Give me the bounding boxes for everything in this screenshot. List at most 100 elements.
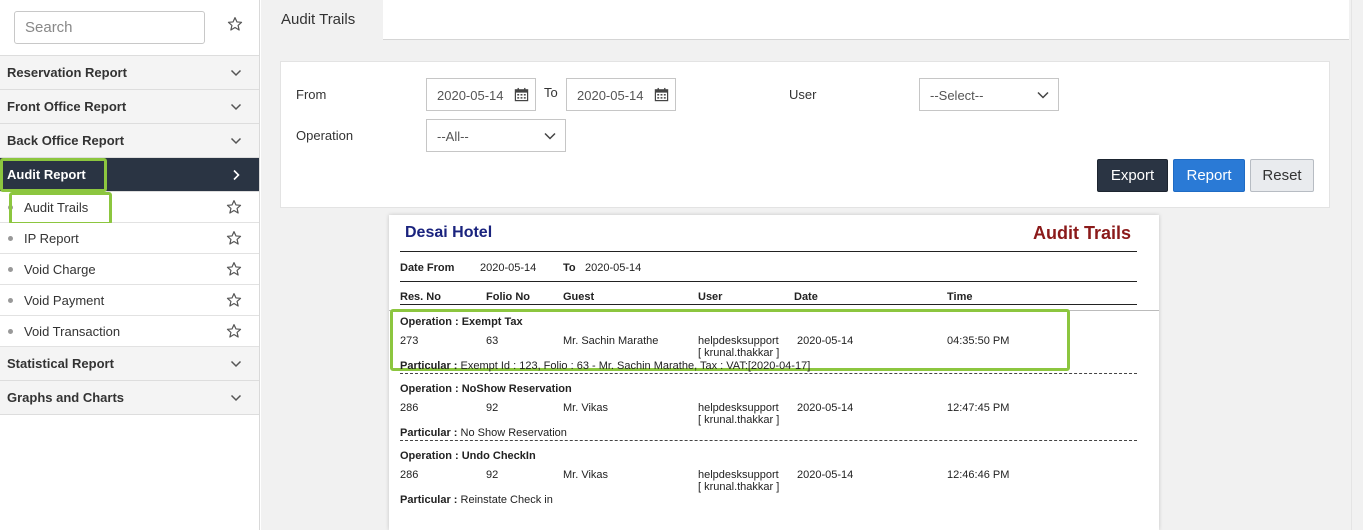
entry-user: helpdesksupport[ krunal.thakkar ] [698, 335, 780, 359]
operation-label: Operation [296, 128, 354, 143]
sidebar-item-label: Void Charge [24, 261, 96, 277]
nav-group-label: Back Office Report [7, 133, 125, 148]
bullet-dot-icon [8, 329, 13, 334]
report-title: Audit Trails [1032, 223, 1131, 243]
column-header-guest: Guest [563, 291, 595, 303]
sidebar-item-label: Void Transaction [24, 323, 121, 339]
entry-particular: Particular : No Show Reservation [400, 427, 567, 439]
operation-select[interactable]: --All-- [426, 119, 566, 152]
calendar-icon[interactable] [514, 87, 529, 102]
report-button[interactable]: Report [1173, 159, 1245, 192]
export-button[interactable]: Export [1097, 159, 1168, 192]
nav-group-graphs-and-charts[interactable]: Graphs and Charts [0, 381, 259, 415]
star-icon[interactable] [226, 199, 242, 215]
chevron-right-icon [233, 169, 240, 181]
entry-guest: Mr. Vikas [563, 402, 609, 414]
divider [400, 251, 1137, 252]
operation-select-value: --All-- [437, 129, 469, 144]
to-date-field[interactable]: 2020-05-14 [566, 78, 676, 111]
tab-bar: Audit Trails [261, 0, 1349, 40]
entry-operation: Operation : Exempt Tax [400, 316, 523, 328]
entry-folio-no: 92 [486, 469, 499, 481]
from-date-field[interactable]: 2020-05-14 [426, 78, 536, 111]
sidebar-item-void-charge[interactable]: Void Charge [0, 254, 259, 285]
favorites-star-icon[interactable] [227, 16, 243, 32]
nav-group-label: Graphs and Charts [7, 390, 125, 405]
entry-time: 04:35:50 PM [947, 335, 1010, 347]
entry-operation: Operation : Undo CheckIn [400, 450, 536, 462]
sidebar-item-label: IP Report [24, 230, 79, 246]
star-icon[interactable] [226, 230, 242, 246]
main-content: Audit Trails From 2020-05-14 To 2020-05-… [261, 0, 1363, 530]
column-header-user: User [698, 291, 723, 303]
entry-folio-no: 92 [486, 402, 499, 414]
divider [400, 304, 1137, 305]
nav-group-reservation-report[interactable]: Reservation Report [0, 56, 259, 90]
entry-res-no: 286 [400, 469, 419, 481]
star-icon[interactable] [226, 323, 242, 339]
chevron-down-icon [230, 103, 242, 111]
hotel-name: Desai Hotel [405, 224, 493, 241]
column-header-date: Date [794, 291, 818, 303]
from-label: From [296, 87, 327, 102]
sidebar-item-ip-report[interactable]: IP Report [0, 223, 259, 254]
nav-group-audit-report[interactable]: Audit Report [0, 158, 259, 192]
entry-date: 2020-05-14 [797, 402, 854, 414]
chevron-down-icon [544, 132, 556, 140]
nav-group-front-office-report[interactable]: Front Office Report [0, 90, 259, 124]
column-header-folio-no: Folio No [486, 291, 530, 303]
entry-time: 12:46:46 PM [947, 469, 1010, 481]
bullet-dot-icon [8, 267, 13, 272]
search-input[interactable] [14, 11, 205, 44]
sidebar-item-void-transaction[interactable]: Void Transaction [0, 316, 259, 347]
reset-button[interactable]: Reset [1250, 159, 1314, 192]
calendar-icon[interactable] [654, 87, 669, 102]
date-to-label: To [563, 262, 576, 274]
entry-folio-no: 63 [486, 335, 499, 347]
chevron-down-icon [230, 137, 242, 145]
report-preview: Desai Hotel Audit Trails Date From 2020-… [389, 215, 1159, 530]
nav-group-label: Statistical Report [7, 356, 114, 371]
entry-guest: Mr. Sachin Marathe [563, 335, 659, 347]
user-label: User [789, 87, 817, 102]
tab-audit-trails[interactable]: Audit Trails [261, 0, 383, 40]
highlight-box [0, 158, 107, 192]
sidebar-item-void-payment[interactable]: Void Payment [0, 285, 259, 316]
user-select[interactable]: --Select-- [919, 78, 1059, 111]
filter-panel: From 2020-05-14 To 2020-05-14 User --Sel… [280, 61, 1330, 208]
chevron-down-icon [230, 394, 242, 402]
entry-res-no: 286 [400, 402, 419, 414]
bullet-dot-icon [8, 236, 13, 241]
entry-res-no: 273 [400, 335, 419, 347]
audit-entry: Operation : Exempt Tax 273 63 Mr. Sachin… [389, 309, 1159, 382]
column-header-time: Time [947, 291, 973, 303]
nav-group-label: Reservation Report [7, 65, 127, 80]
sidebar-item-audit-trails[interactable]: Audit Trails [0, 192, 259, 225]
search-row [0, 0, 259, 56]
to-date-value: 2020-05-14 [577, 88, 644, 103]
star-icon[interactable] [226, 261, 242, 277]
to-label: To [544, 85, 558, 100]
dashed-divider [400, 440, 1137, 441]
star-icon[interactable] [226, 292, 242, 308]
chevron-down-icon [230, 360, 242, 368]
bullet-dot-icon [8, 298, 13, 303]
highlight-box [9, 192, 112, 225]
entry-date: 2020-05-14 [797, 469, 854, 481]
entry-time: 12:47:45 PM [947, 402, 1010, 414]
nav-group-back-office-report[interactable]: Back Office Report [0, 124, 259, 158]
chevron-down-icon [1037, 91, 1049, 99]
date-from-value: 2020-05-14 [480, 262, 537, 274]
user-select-value: --Select-- [930, 88, 984, 103]
entry-guest: Mr. Vikas [563, 469, 609, 481]
entry-particular: Particular : Exempt Id : 123, Folio : 63… [400, 360, 811, 372]
entry-user: helpdesksupport[ krunal.thakkar ] [698, 469, 780, 493]
entry-date: 2020-05-14 [797, 335, 854, 347]
vertical-scrollbar[interactable] [1351, 0, 1363, 530]
nav-group-label: Front Office Report [7, 99, 127, 114]
sidebar: Reservation Report Front Office Report B… [0, 0, 260, 530]
entry-particular: Particular : Reinstate Check in [400, 494, 553, 506]
audit-entry: Operation : NoShow Reservation 286 92 Mr… [389, 383, 1159, 449]
nav-group-statistical-report[interactable]: Statistical Report [0, 347, 259, 381]
sidebar-item-label: Void Payment [24, 292, 105, 308]
